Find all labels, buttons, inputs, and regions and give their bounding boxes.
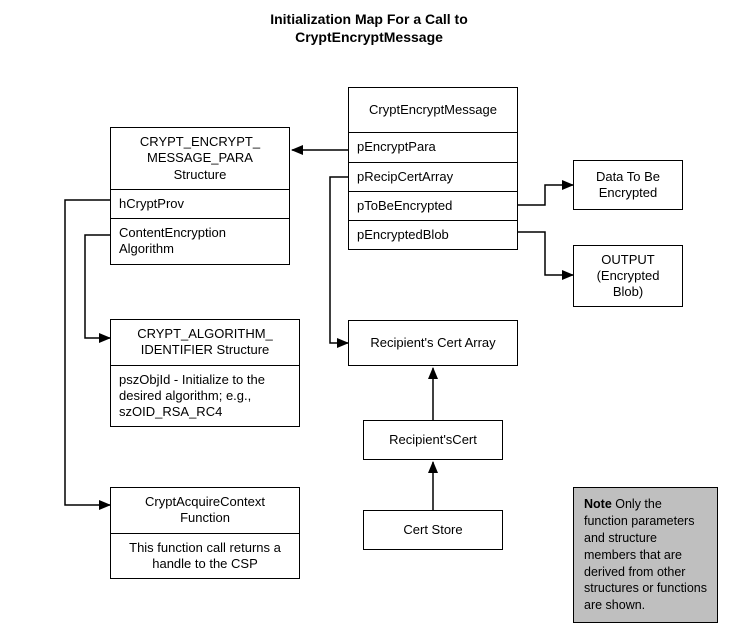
diagram-title: Initialization Map For a Call to CryptEn… — [0, 10, 738, 46]
para-content-encryption-algorithm: ContentEncryption Algorithm — [111, 219, 289, 264]
fn-pencryptedblob: pEncryptedBlob — [349, 221, 517, 249]
title-line1: Initialization Map For a Call to — [270, 11, 468, 27]
box-crypt-acquire-context: CryptAcquireContext Function This functi… — [110, 487, 300, 579]
fn-ptobeencrypted: pToBeEncrypted — [349, 192, 517, 221]
box-crypt-encrypt-message: CryptEncryptMessage pEncryptPara pRecipC… — [348, 87, 518, 250]
note-text: Only the function parameters and structu… — [584, 497, 707, 612]
algid-header: CRYPT_ALGORITHM_ IDENTIFIER Structure — [111, 320, 299, 366]
acquire-desc: This function call returns a handle to t… — [111, 534, 299, 579]
note-bold: Note — [584, 497, 612, 511]
para-header: CRYPT_ENCRYPT_ MESSAGE_PARA Structure — [111, 128, 289, 190]
box-crypt-algorithm-identifier: CRYPT_ALGORITHM_ IDENTIFIER Structure ps… — [110, 319, 300, 427]
para-hcryptprov: hCryptProv — [111, 190, 289, 219]
box-recipient-cert-array: Recipient's Cert Array — [348, 320, 518, 366]
box-cert-store: Cert Store — [363, 510, 503, 550]
box-data-to-be-encrypted: Data To Be Encrypted — [573, 160, 683, 210]
algid-pszobjid: pszObjId - Initialize to the desired alg… — [111, 366, 299, 427]
fn-header: CryptEncryptMessage — [349, 88, 517, 133]
fn-precipcertarray: pRecipCertArray — [349, 163, 517, 192]
box-crypt-encrypt-message-para: CRYPT_ENCRYPT_ MESSAGE_PARA Structure hC… — [110, 127, 290, 265]
note-box: Note Only the function parameters and st… — [573, 487, 718, 623]
fn-pencryptpara: pEncryptPara — [349, 133, 517, 162]
acquire-header: CryptAcquireContext Function — [111, 488, 299, 534]
title-line2: CryptEncryptMessage — [295, 29, 443, 45]
box-recipient-cert: Recipient'sCert — [363, 420, 503, 460]
box-output-encrypted-blob: OUTPUT (Encrypted Blob) — [573, 245, 683, 307]
